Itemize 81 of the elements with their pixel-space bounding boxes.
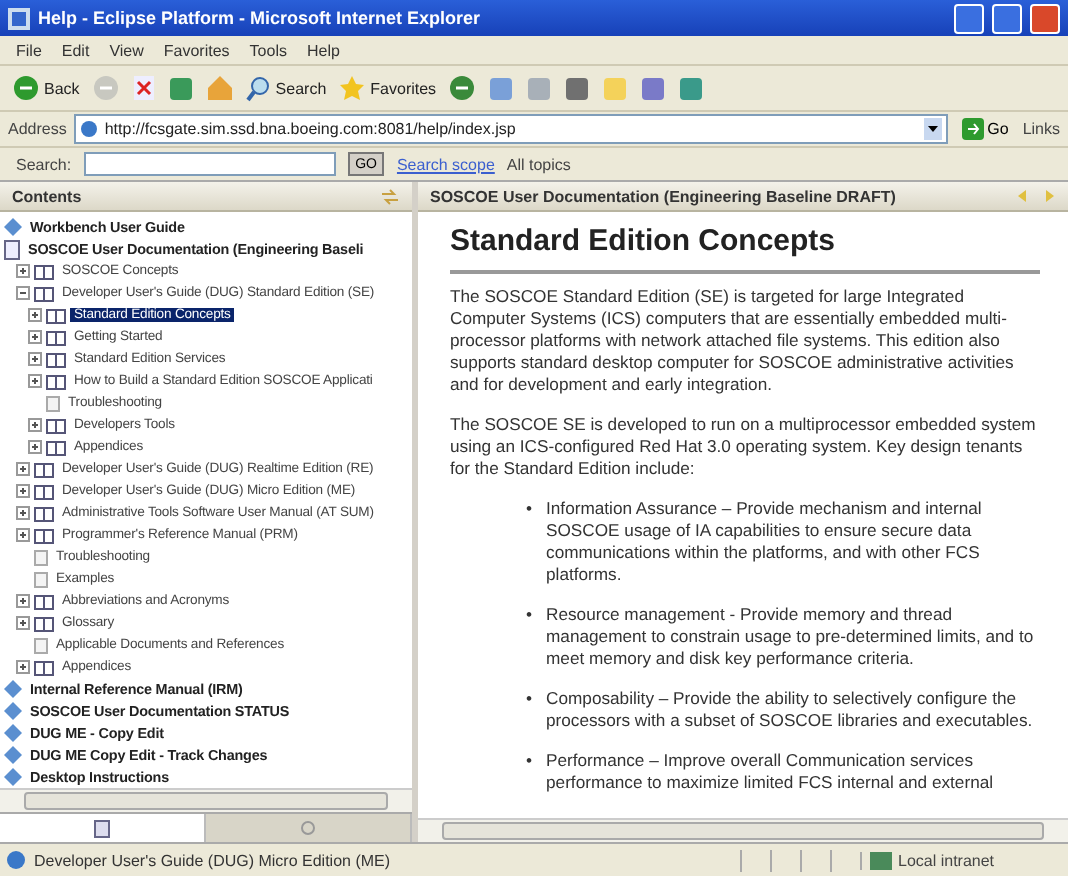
menu-item[interactable]: File [16,41,42,59]
expand-icon[interactable] [16,462,30,476]
book-icon [34,285,54,301]
book-icon [34,659,54,675]
expand-icon[interactable] [28,440,42,454]
book-icon [34,461,54,477]
menu-item[interactable]: Help [306,41,340,59]
book-icon [34,483,54,499]
book-icon [46,351,66,367]
paragraph: The SOSCOE Standard Edition (SE) is targeted for large Integrated Computer Systems (ICS) computers that are essentially embedded multi-processor platforms with network attached file systems. This edition also supports standard desktop computer for SOSCOE administrative activities and for development and early integration. [450,286,1016,396]
menu-item[interactable]: View [109,41,144,59]
book-icon [34,263,54,279]
book-icon [46,307,66,323]
expand-icon[interactable] [28,308,42,322]
book-icon [46,439,66,455]
expand-icon[interactable] [16,528,30,542]
bullet-item: Performance – Improve overall Communication services performance to maximize limited FCS internal and external [546,750,996,794]
book-icon [94,819,110,837]
expand-icon[interactable] [16,484,30,498]
status-text: Developer User's Guide (DUG) Micro Edition (ME) [34,851,393,869]
network-icon [870,851,892,869]
bullet-item: Resource management - Provide memory and thread management to constrain usage to pre-determined limits, and to meet memory and disk key performance criteria. [546,604,1036,670]
address-label: Address [8,120,67,138]
menu-item[interactable]: Tools [249,41,287,59]
pane-title: Contents [12,187,82,205]
document-icon [4,239,20,259]
book-icon [46,373,66,389]
expand-icon[interactable] [28,418,42,432]
go-button[interactable]: Go [955,118,1015,140]
star-icon [338,74,367,102]
scrollbar[interactable] [0,788,412,812]
book-icon [34,527,54,543]
diamond-icon [4,218,22,236]
dropdown-icon[interactable] [923,118,942,140]
pane-title: SOSCOE User Documentation (Engineering Baseline DRAFT) [430,187,896,205]
expand-icon[interactable] [16,594,30,608]
page-heading: Standard Edition Concepts [450,224,1040,274]
back-button[interactable]: Back [12,74,80,102]
search-icon [299,819,317,837]
expand-icon[interactable] [16,506,30,520]
home-icon [205,74,234,102]
maximize-button[interactable] [992,3,1022,33]
book-icon [34,505,54,521]
book-icon [46,329,66,345]
stop-icon [131,74,156,102]
expand-icon[interactable] [28,352,42,366]
book-icon [46,417,66,433]
address-field[interactable]: http://fcsgate.sim.ssd.bna.boeing.com:8081/help/index.jsp [74,114,948,144]
search-label: Search: [16,155,72,173]
zone-label: Local intranet [898,851,995,869]
expand-icon[interactable] [16,616,30,630]
expand-icon[interactable] [16,660,30,674]
scope-label: All topics [506,155,571,173]
search-field[interactable] [83,152,336,176]
bullet-item: Composability – Provide the ability to selectively configure the processors with a subset of SOSCOE libraries and executables. [546,688,1035,732]
expand-icon[interactable] [28,330,42,344]
search-icon [245,75,272,101]
close-button[interactable] [1030,3,1060,33]
bullet-marker: • [526,604,533,628]
search-scope-link[interactable]: Search scope [396,155,495,173]
favorites-button[interactable]: Favorites [338,74,437,102]
menu-item[interactable]: Edit [61,41,90,59]
bullet-marker: • [526,688,533,712]
bullet-marker: • [526,750,533,774]
stop-button[interactable] [131,74,156,102]
bullet-item: Information Assurance – Provide mechanism and internal SOSCOE usage of IA capabilities to ensure secure data communications within the platforms, and with other FCS platforms. [546,498,984,586]
scrollbar[interactable] [418,818,1068,842]
window-title: Help - Eclipse Platform - Microsoft Internet Explorer [38,8,483,28]
collapse-icon[interactable] [16,286,30,300]
go-arrow-icon [961,118,984,140]
menu-item[interactable]: Favorites [163,41,230,59]
app-icon [8,7,30,29]
bullet-marker: • [526,498,533,522]
minimize-button[interactable] [954,3,984,33]
book-icon [34,615,54,631]
paragraph: The SOSCOE SE is developed to run on a multiprocessor embedded system using an ICS-configured Red Hat 3.0 operating system. Key design tenants for the Standard Edition include: [450,414,1038,480]
book-icon [34,593,54,609]
expand-icon[interactable] [28,374,42,388]
links-label[interactable]: Links [1022,120,1060,138]
search-button[interactable]: Search [245,75,327,101]
expand-icon[interactable] [16,264,30,278]
